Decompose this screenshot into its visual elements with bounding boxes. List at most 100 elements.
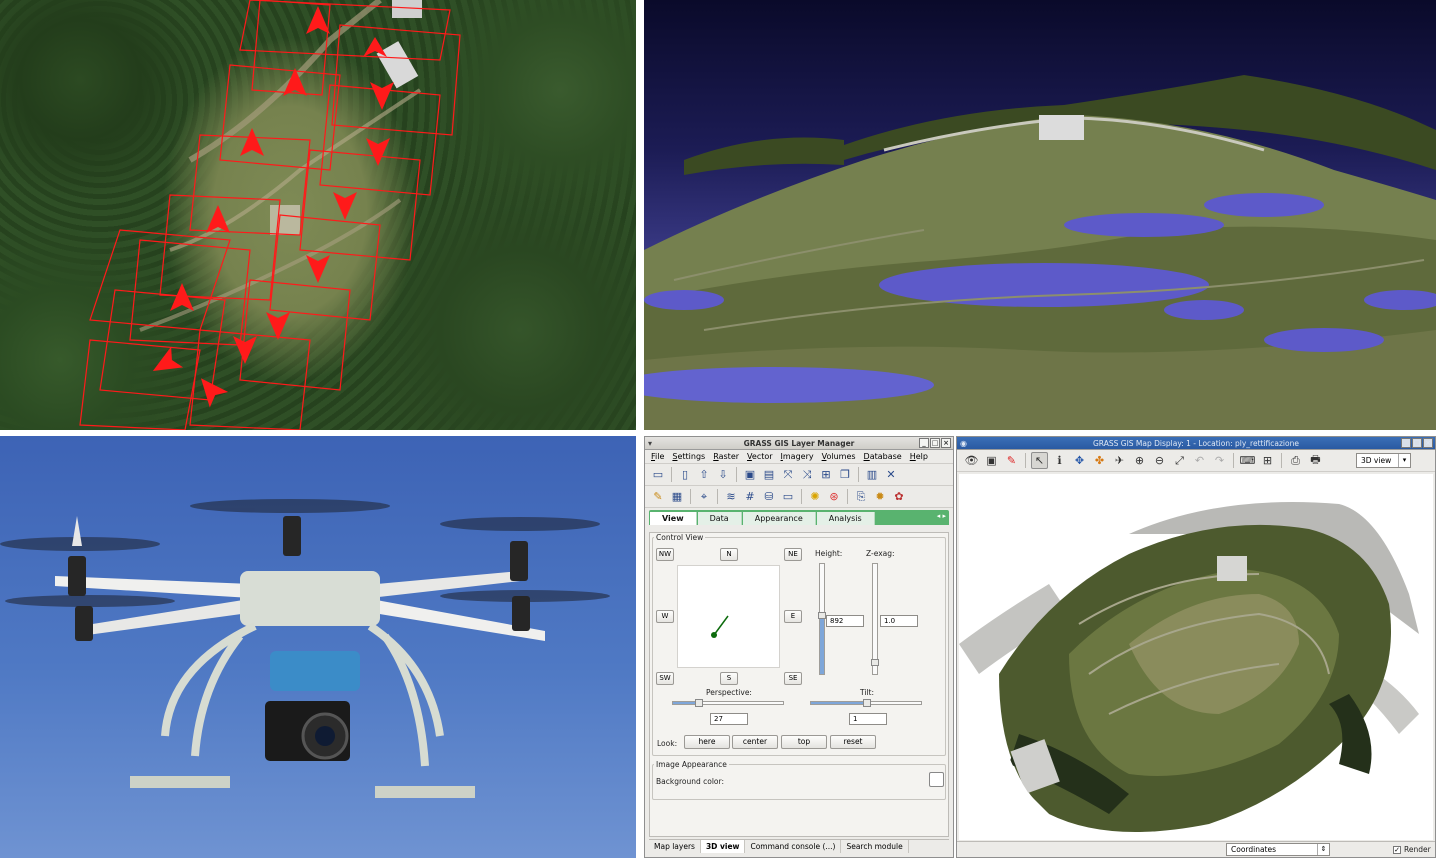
render-label: Render bbox=[1404, 845, 1431, 854]
menu-imagery[interactable]: Imagery bbox=[781, 452, 814, 461]
add-raster-icon[interactable]: ▣ bbox=[742, 467, 758, 483]
workspace-save-icon[interactable]: ⇩ bbox=[715, 467, 731, 483]
close-icon[interactable]: × bbox=[941, 438, 951, 448]
graphical-modeler-icon[interactable]: ▭ bbox=[780, 489, 796, 505]
attribute-table-icon[interactable]: ▦ bbox=[669, 489, 685, 505]
direction-e-button[interactable]: E bbox=[784, 610, 802, 623]
menu-vector[interactable]: Vector bbox=[747, 452, 773, 461]
georectify-icon[interactable]: ⌖ bbox=[696, 489, 712, 505]
tab-scroll-arrows-icon[interactable]: ◂ ▸ bbox=[937, 512, 946, 520]
tab-map-layers[interactable]: Map layers bbox=[649, 840, 701, 853]
tools-icon[interactable]: ✹ bbox=[872, 489, 888, 505]
zexag-label: Z-exag: bbox=[866, 549, 895, 558]
look-top-button[interactable]: top bbox=[781, 735, 827, 749]
script-icon[interactable]: ⎘ bbox=[853, 489, 869, 505]
status-mode-select[interactable]: Coordinates ⇕ bbox=[1226, 843, 1330, 856]
erase-icon[interactable]: ✎ bbox=[1003, 452, 1020, 469]
query-icon[interactable]: ℹ bbox=[1051, 452, 1068, 469]
direction-se-button[interactable]: SE bbox=[784, 672, 802, 685]
cartographic-composer-icon[interactable]: ≋ bbox=[723, 489, 739, 505]
decoration-icon[interactable]: ⊞ bbox=[1259, 452, 1276, 469]
direction-n-button[interactable]: N bbox=[720, 548, 738, 561]
tab-data[interactable]: Data bbox=[697, 512, 742, 525]
pan-icon[interactable]: ✥ bbox=[1071, 452, 1088, 469]
tools-alt-icon[interactable]: ✿ bbox=[891, 489, 907, 505]
layer-manager-window: ▾ GRASS GIS Layer Manager _ □ × File Set… bbox=[644, 436, 954, 858]
direction-s-button[interactable]: S bbox=[720, 672, 738, 685]
menu-volumes[interactable]: Volumes bbox=[822, 452, 856, 461]
remove-layer-icon[interactable]: ✕ bbox=[883, 467, 899, 483]
menu-raster[interactable]: Raster bbox=[713, 452, 739, 461]
view-mode-select[interactable]: 3D view ▾ bbox=[1356, 453, 1411, 468]
layer-props-icon[interactable]: ▥ bbox=[864, 467, 880, 483]
map-display-titlebar[interactable]: ◉ GRASS GIS Map Display: 1 - Location: p… bbox=[957, 437, 1435, 450]
add-group-icon[interactable]: ❐ bbox=[837, 467, 853, 483]
direction-ne-button[interactable]: NE bbox=[784, 548, 802, 561]
perspective-input[interactable]: 27 bbox=[710, 713, 748, 725]
look-center-button[interactable]: center bbox=[732, 735, 778, 749]
settings-icon[interactable]: ✺ bbox=[807, 489, 823, 505]
tab-analysis[interactable]: Analysis bbox=[816, 512, 875, 525]
new-display-icon[interactable]: ▭ bbox=[650, 467, 666, 483]
look-here-button[interactable]: here bbox=[684, 735, 730, 749]
display-map-icon[interactable]: 👁 bbox=[963, 452, 980, 469]
zoom-extent-icon[interactable]: ⤢ bbox=[1171, 452, 1188, 469]
direction-w-button[interactable]: W bbox=[656, 610, 674, 623]
maximize-icon[interactable]: □ bbox=[930, 438, 940, 448]
tab-command-console[interactable]: Command console (...) bbox=[745, 840, 842, 853]
background-color-picker[interactable] bbox=[929, 772, 944, 787]
direction-nw-button[interactable]: NW bbox=[656, 548, 674, 561]
look-reset-button[interactable]: reset bbox=[830, 735, 876, 749]
tilt-input[interactable]: 1 bbox=[849, 713, 887, 725]
add-vector-icon[interactable]: ⤧ bbox=[780, 467, 796, 483]
window-menu-icon[interactable]: ◉ bbox=[960, 439, 967, 448]
height-input[interactable]: 892 bbox=[826, 615, 864, 627]
zexag-input[interactable]: 1.0 bbox=[880, 615, 918, 627]
layer-manager-titlebar[interactable]: ▾ GRASS GIS Layer Manager _ □ × bbox=[645, 437, 953, 450]
render-map-icon[interactable]: ▣ bbox=[983, 452, 1000, 469]
save-icon[interactable]: ⎙ bbox=[1287, 452, 1304, 469]
overlay-icon[interactable]: ✤ bbox=[1091, 452, 1108, 469]
pointer-icon[interactable]: ↖ bbox=[1031, 452, 1048, 469]
render-checkbox[interactable]: ✓ bbox=[1393, 846, 1401, 854]
menu-file[interactable]: File bbox=[651, 452, 664, 461]
perspective-slider[interactable] bbox=[672, 699, 784, 707]
add-overlay-icon[interactable]: ⊞ bbox=[818, 467, 834, 483]
add-raster-multi-icon[interactable]: ▤ bbox=[761, 467, 777, 483]
raster-calc-icon[interactable]: # bbox=[742, 489, 758, 505]
height-slider[interactable] bbox=[818, 563, 826, 675]
aerial-flight-plan-photo bbox=[0, 0, 636, 430]
menu-database[interactable]: Database bbox=[864, 452, 902, 461]
fly-icon[interactable]: ✈ bbox=[1111, 452, 1128, 469]
tab-3d-view[interactable]: 3D view bbox=[700, 840, 746, 853]
menu-settings[interactable]: Settings bbox=[672, 452, 705, 461]
workspace-new-icon[interactable]: ▯ bbox=[677, 467, 693, 483]
close-icon[interactable]: × bbox=[1423, 438, 1433, 448]
analyze-icon[interactable]: ⌨ bbox=[1239, 452, 1256, 469]
menu-help[interactable]: Help bbox=[910, 452, 928, 461]
help-icon[interactable]: ⊛ bbox=[826, 489, 842, 505]
nviz-tabs: View Data Appearance Analysis ◂ ▸ bbox=[649, 510, 949, 525]
map-display-window: ◉ GRASS GIS Map Display: 1 - Location: p… bbox=[956, 436, 1436, 858]
zoom-menu-icon[interactable]: ↷ bbox=[1211, 452, 1228, 469]
print-icon[interactable]: 🖶 bbox=[1307, 452, 1324, 469]
tab-appearance[interactable]: Appearance bbox=[742, 512, 816, 525]
maximize-icon[interactable]: □ bbox=[1412, 438, 1422, 448]
window-menu-icon[interactable]: ▾ bbox=[648, 439, 652, 448]
tab-view[interactable]: View bbox=[650, 512, 697, 525]
workspace-open-icon[interactable]: ⇧ bbox=[696, 467, 712, 483]
tilt-slider[interactable] bbox=[810, 699, 922, 707]
direction-sw-button[interactable]: SW bbox=[656, 672, 674, 685]
add-vector-multi-icon[interactable]: ⤨ bbox=[799, 467, 815, 483]
zoom-back-icon[interactable]: ↶ bbox=[1191, 452, 1208, 469]
minimize-icon[interactable]: _ bbox=[919, 438, 929, 448]
zoom-out-icon[interactable]: ⊖ bbox=[1151, 452, 1168, 469]
zoom-in-icon[interactable]: ⊕ bbox=[1131, 452, 1148, 469]
tab-search-module[interactable]: Search module bbox=[841, 840, 909, 853]
model-builder-icon[interactable]: ⛁ bbox=[761, 489, 777, 505]
minimize-icon[interactable]: _ bbox=[1401, 438, 1411, 448]
zexag-slider[interactable] bbox=[871, 563, 879, 675]
view-direction-pad[interactable] bbox=[677, 565, 780, 668]
3d-map-canvas[interactable] bbox=[959, 474, 1433, 840]
edit-vector-icon[interactable]: ✎ bbox=[650, 489, 666, 505]
